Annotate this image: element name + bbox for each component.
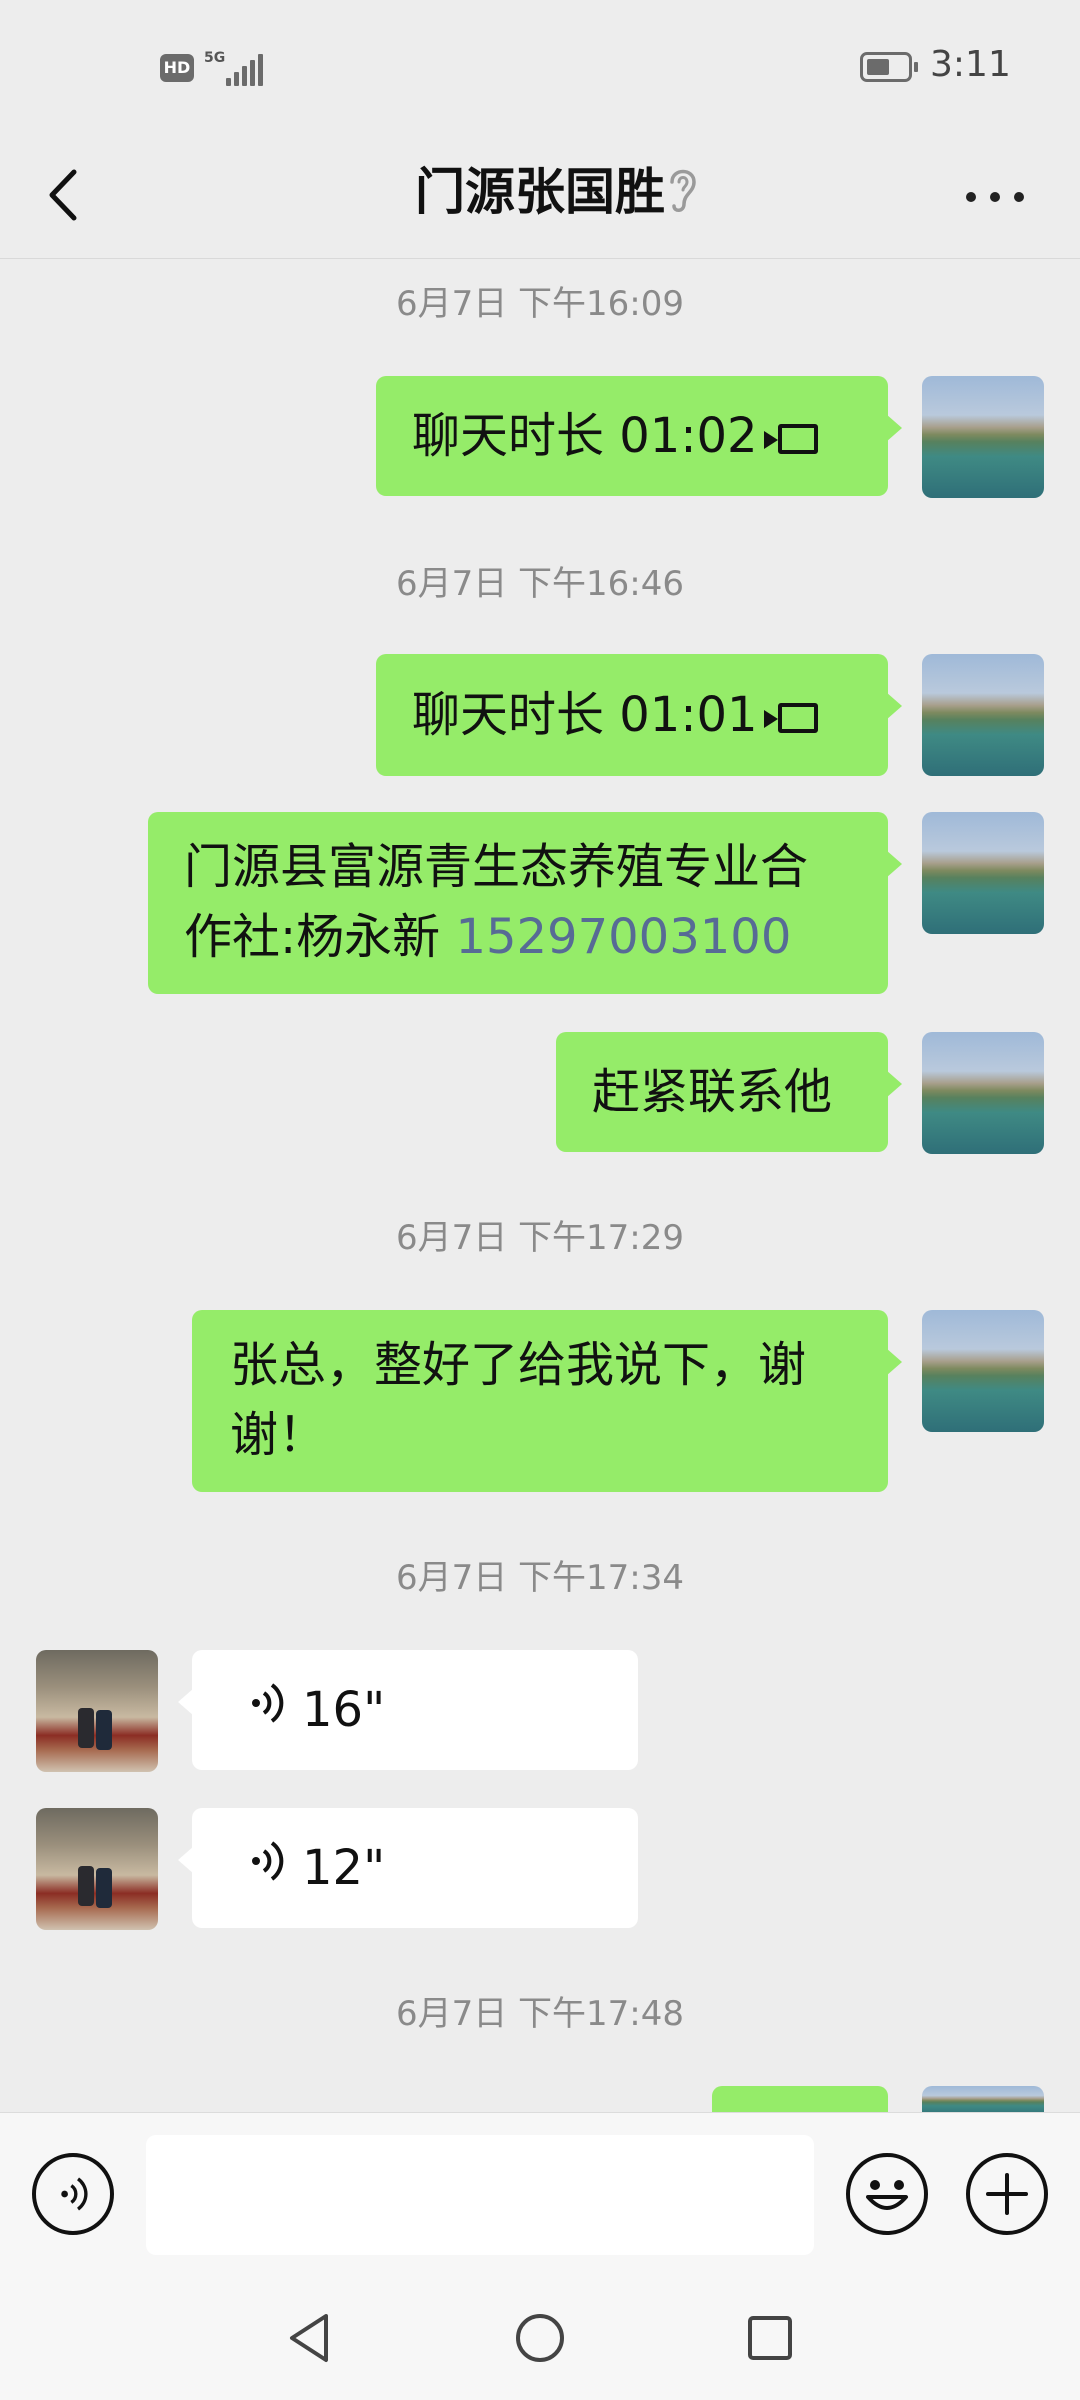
- more-icon[interactable]: [960, 180, 1030, 210]
- status-bar: HD 5G 3:11: [0, 0, 1080, 130]
- message-text: 赶紧联系他: [592, 1064, 833, 1120]
- voice-input-icon[interactable]: [32, 2153, 114, 2235]
- phone-number-link[interactable]: 15297003100: [455, 909, 791, 965]
- clock: 3:11: [930, 44, 1011, 85]
- timestamp: 6月7日 下午17:29: [395, 1218, 685, 1258]
- input-bar: [0, 2112, 1080, 2269]
- text-message-bubble[interactable]: 赶紧联系他: [556, 1032, 902, 1152]
- call-record-bubble[interactable]: 聊天时长 01:02: [376, 376, 902, 496]
- call-record-bubble[interactable]: 聊天时长 01:01: [376, 654, 902, 776]
- voice-duration: 12": [302, 1840, 386, 1896]
- call-duration-text: 聊天时长 01:02: [412, 408, 758, 464]
- avatar-self[interactable]: [922, 1310, 1044, 1432]
- hd-badge: HD: [160, 54, 194, 82]
- nav-recent-icon[interactable]: [742, 2310, 798, 2366]
- avatar-self[interactable]: [922, 654, 1044, 776]
- message-input[interactable]: [146, 2135, 814, 2255]
- video-call-icon: [763, 424, 818, 454]
- timestamp: 6月7日 下午17:48: [395, 1994, 685, 2034]
- add-icon[interactable]: [966, 2153, 1048, 2235]
- avatar-self[interactable]: [922, 1032, 1044, 1154]
- text-message-bubble[interactable]: 张总，整好了给我说下，谢谢！: [192, 1310, 902, 1492]
- voice-message-bubble[interactable]: 12": [178, 1808, 638, 1928]
- timestamp: 6月7日 下午16:46: [395, 564, 685, 604]
- timestamp: 6月7日 下午17:34: [395, 1558, 685, 1598]
- voice-message-bubble[interactable]: 16": [178, 1650, 638, 1770]
- system-nav-bar: [0, 2268, 1080, 2400]
- battery-icon: [860, 52, 918, 82]
- message-text: 张总，整好了给我说下，谢谢！: [230, 1337, 807, 1463]
- avatar-contact[interactable]: [36, 1650, 158, 1772]
- emoji-icon[interactable]: [846, 2153, 928, 2235]
- timestamp: 6月7日 下午16:09: [395, 284, 685, 324]
- avatar-self[interactable]: [922, 812, 1044, 934]
- network-label: 5G: [204, 50, 226, 66]
- signal-icon: 5G: [204, 50, 264, 86]
- chat-title: 门源张国胜: [415, 163, 665, 221]
- avatar-self[interactable]: [922, 376, 1044, 498]
- voice-wave-icon: [252, 1683, 284, 1723]
- nav-home-icon[interactable]: [512, 2310, 568, 2366]
- call-duration-text: 聊天时长 01:01: [412, 687, 758, 743]
- voice-duration: 16": [302, 1682, 386, 1738]
- chat-header: 门源张国胜: [0, 130, 1080, 259]
- nav-back-icon[interactable]: [282, 2310, 338, 2366]
- earpiece-icon: [670, 169, 696, 212]
- avatar-contact[interactable]: [36, 1808, 158, 1930]
- text-message-bubble[interactable]: 门源县富源青生态养殖专业合作社:杨永新 15297003100: [148, 812, 902, 994]
- voice-wave-icon: [252, 1841, 284, 1881]
- video-call-icon: [763, 703, 818, 733]
